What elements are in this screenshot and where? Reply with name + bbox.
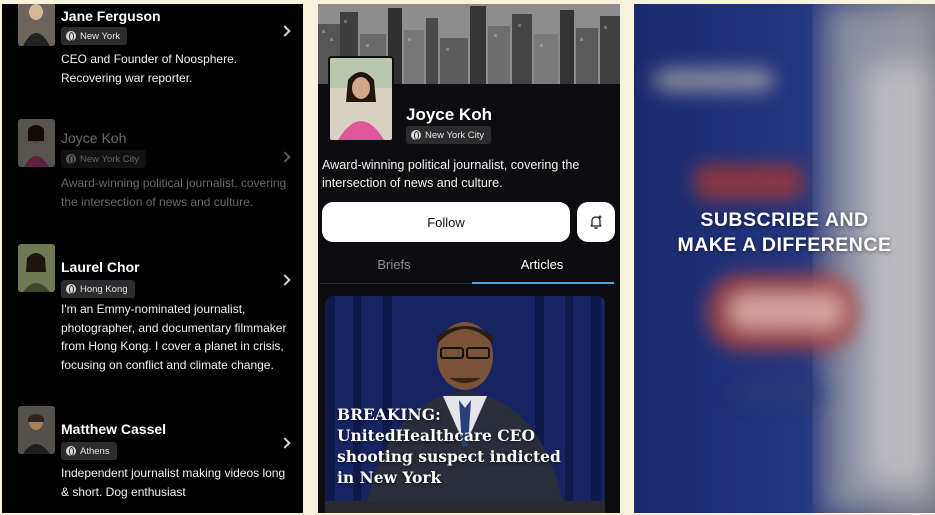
location-text: New York City xyxy=(80,153,140,165)
journalist-name: Jane Ferguson xyxy=(61,8,161,24)
journalist-list-panel: Jane Ferguson New York CEO and Founder o… xyxy=(2,4,303,513)
follow-button[interactable]: Follow xyxy=(322,202,570,242)
profile-panel: Joyce Koh New York City Award-winning po… xyxy=(318,4,620,513)
chevron-right-icon xyxy=(279,151,291,163)
avatar xyxy=(18,406,55,454)
journalist-row-joyce-koh[interactable]: Joyce Koh New York City Award-winning po… xyxy=(2,116,303,236)
journalist-bio: I'm an Emmy-nominated journalist, photog… xyxy=(61,302,287,372)
location-badge: Athens xyxy=(61,442,117,460)
location-text: Hong Kong xyxy=(80,283,128,295)
journalist-name: Joyce Koh xyxy=(61,130,127,146)
chevron-right-icon xyxy=(279,437,291,449)
chevron-right-icon xyxy=(279,274,291,286)
profile-avatar xyxy=(328,56,394,142)
tab-articles[interactable]: Articles xyxy=(468,257,616,272)
location-badge: New York xyxy=(61,27,128,45)
avatar xyxy=(18,4,55,46)
active-tab-indicator xyxy=(472,282,614,284)
journalist-bio: Independent journalist making videos lon… xyxy=(61,466,286,499)
globe-icon xyxy=(66,284,76,294)
journalist-name: Laurel Chor xyxy=(61,259,140,275)
article-card[interactable]: BREAKING: UnitedHealthcare CEO shooting … xyxy=(325,296,605,513)
promo-line-1: SUBSCRIBE AND xyxy=(700,209,869,231)
location-text: Athens xyxy=(80,445,110,457)
promo-headline: SUBSCRIBE AND MAKE A DIFFERENCE xyxy=(634,208,935,258)
location-text: New York xyxy=(80,30,121,42)
card-footer xyxy=(325,501,605,513)
promo-panel: SUBSCRIBE AND MAKE A DIFFERENCE xyxy=(634,4,935,513)
location-badge: Hong Kong xyxy=(61,280,135,298)
location-text: New York City xyxy=(425,129,485,141)
avatar xyxy=(18,119,55,167)
avatar xyxy=(18,244,55,292)
globe-icon xyxy=(411,130,421,140)
globe-icon xyxy=(66,31,76,41)
location-badge: New York City xyxy=(61,150,147,168)
journalist-row-matthew-cassel[interactable]: Matthew Cassel Athens Independent journa… xyxy=(2,406,303,513)
promo-background xyxy=(634,4,935,513)
notification-button[interactable] xyxy=(577,202,615,242)
bell-plus-icon xyxy=(590,215,602,229)
promo-line-2: MAKE A DIFFERENCE xyxy=(677,234,892,256)
journalist-row-jane-ferguson[interactable]: Jane Ferguson New York CEO and Founder o… xyxy=(2,4,303,114)
journalist-bio: Award-winning political journalist, cove… xyxy=(61,176,287,209)
journalist-name: Matthew Cassel xyxy=(61,421,167,437)
globe-icon xyxy=(66,154,76,164)
location-badge: New York City xyxy=(406,126,492,144)
journalist-bio: CEO and Founder of Noosphere. Recovering… xyxy=(61,52,238,85)
chevron-right-icon xyxy=(279,25,291,37)
globe-icon xyxy=(66,446,76,456)
tab-briefs[interactable]: Briefs xyxy=(320,257,468,272)
profile-name: Joyce Koh xyxy=(406,105,492,124)
article-headline: BREAKING: UnitedHealthcare CEO shooting … xyxy=(337,405,561,487)
profile-bio: Award-winning political journalist, cove… xyxy=(322,158,580,190)
journalist-row-laurel-chor[interactable]: Laurel Chor Hong Kong I'm an Emmy-nomina… xyxy=(2,244,303,404)
